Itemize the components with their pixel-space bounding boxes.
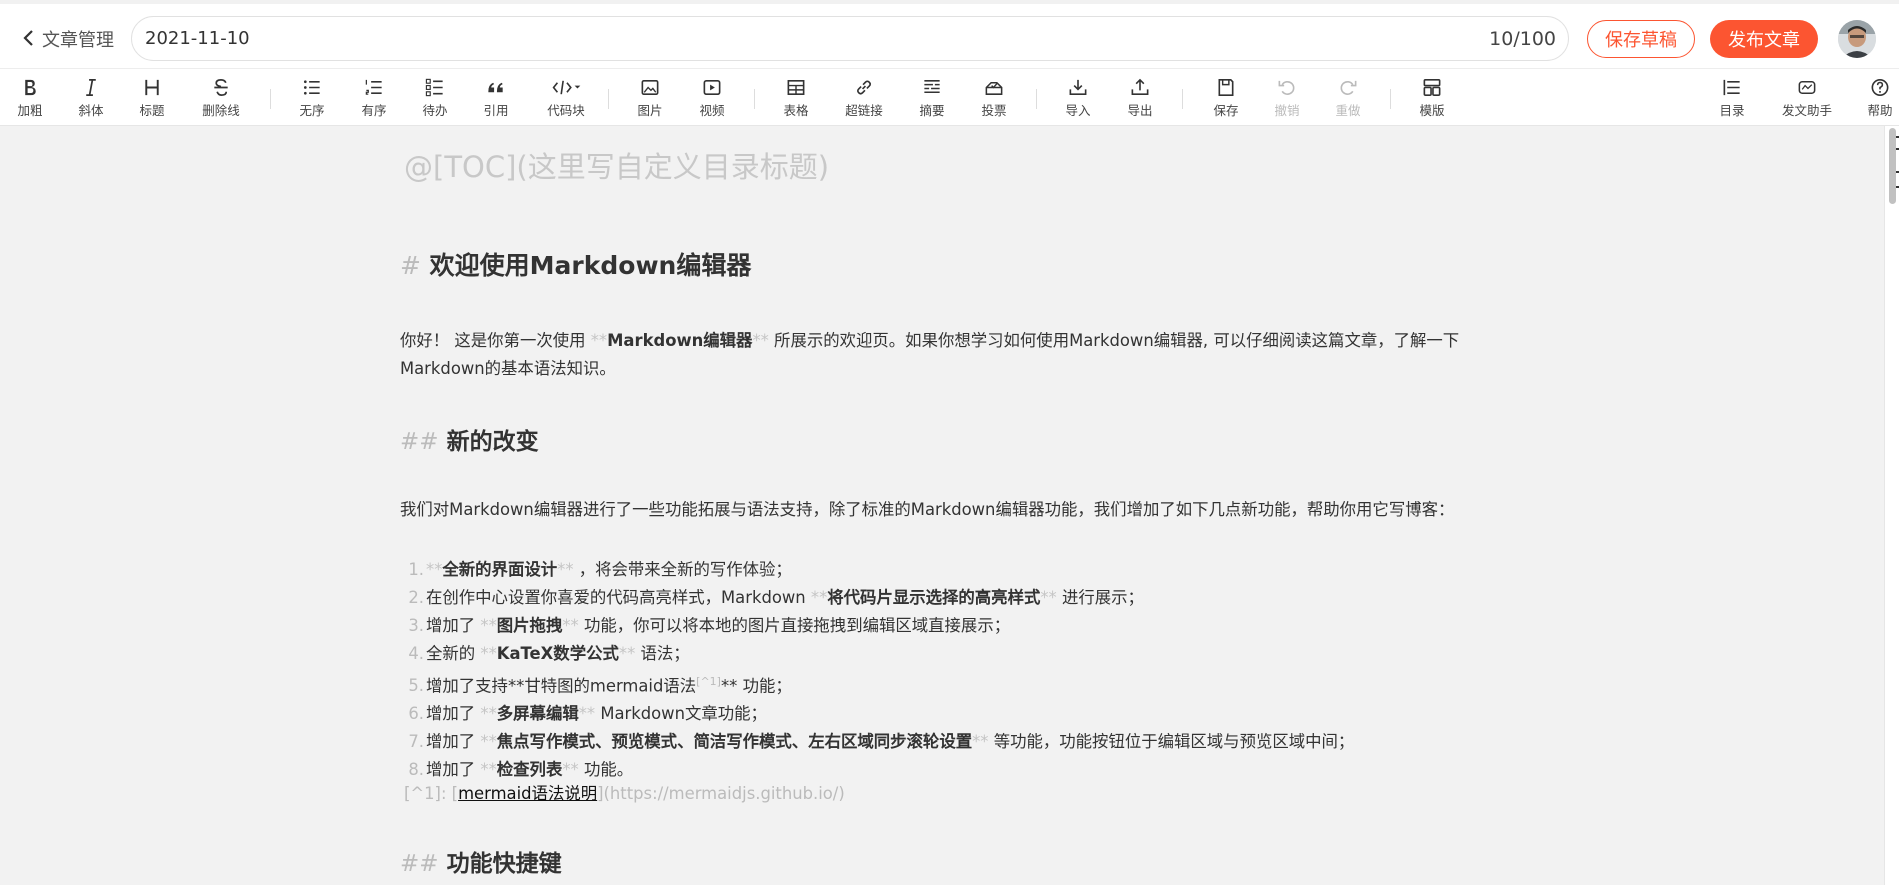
redo-button[interactable]: 重做 [1320,77,1376,119]
writing-assistant-button[interactable]: 发文助手 [1776,77,1838,119]
link-icon [856,80,872,95]
heading-button[interactable]: 标题 [124,77,180,119]
bold-icon [25,79,36,96]
table-button[interactable]: 表格 [768,77,824,119]
back-label: 文章管理 [42,30,114,51]
chevron-left-icon [22,29,36,50]
quote-button[interactable]: 引用 [468,77,524,119]
article-title-input[interactable] [132,17,1490,60]
save-icon [1218,79,1234,96]
template-icon [1423,79,1441,96]
import-button[interactable]: 导入 [1050,77,1106,119]
unordered-list-button[interactable]: 无序 [284,77,340,119]
intro-text: 你好！ 这是你第一次使用 [400,331,591,350]
intro-bold: Markdown编辑器 [607,331,753,350]
video-button[interactable]: 视频 [684,77,740,119]
redo-icon [1340,80,1357,95]
todo-list-button[interactable]: 待办 [407,77,463,119]
quote-icon [488,82,503,93]
undo-button[interactable]: 撤销 [1259,77,1315,119]
table-icon [787,80,805,95]
strikethrough-icon [214,79,228,96]
toc-placeholder: @[TOC](这里写自定义目录标题) [404,150,830,184]
features-paragraph: 我们对Markdown编辑器进行了一些功能拓展与语法支持，除了标准的Markdo… [400,500,1455,519]
list-item: 5. 增加了支持**甘特图的mermaid语法[^1]** 功能； [408,675,792,696]
italic-icon [86,79,96,96]
editor-header: 文章管理 10/100 保存草稿 发布文章 [0,0,1899,68]
image-button[interactable]: 图片 [622,77,678,119]
toolbar-divider [1390,89,1391,109]
h2-syntax-mark: ## [400,851,439,877]
h1-text: 欢迎使用Markdown编辑器 [429,251,752,280]
toolbar-divider [754,89,755,109]
hyperlink-button[interactable]: 超链接 [836,77,892,119]
article-title-field[interactable]: 10/100 [131,16,1569,61]
image-icon [641,80,659,95]
scrollbar-thumb[interactable] [1889,128,1896,204]
code-block-button[interactable]: 代码块 [534,77,598,119]
assistant-icon [1798,81,1816,94]
publish-article-button[interactable]: 发布文章 [1710,20,1818,58]
undo-icon [1278,80,1295,95]
footnote-definition: [^1]: [mermaid语法说明](https://mermaidjs.gi… [404,784,845,803]
avatar[interactable] [1838,20,1876,58]
h1-syntax-mark: # [400,251,421,280]
list-item: 2. 在创作中心设置你喜爱的代码高亮样式，Markdown **将代码片显示选择的… [408,588,1144,607]
heading-2-shortcuts: ## 功能快捷键 [400,844,562,878]
intro-paragraph: 你好！ 这是你第一次使用 **Markdown编辑器** 所展示的欢迎页。如果你… [400,331,1460,378]
list-item: 7. 增加了 **焦点写作模式、预览模式、简洁写作模式、左右区域同步滚轮设置** … [408,732,1355,752]
back-to-article-management[interactable]: 文章管理 [22,22,114,56]
export-button[interactable]: 导出 [1112,77,1168,119]
template-button[interactable]: 模版 [1404,77,1460,119]
code-block-icon [552,80,581,95]
markdown-toolbar: 加粗 斜体 标题 删除线 无序 有序 待办 引用 代码块 图片 视频 表格 超链… [0,68,1899,126]
heading-2-changes: ## 新的改变 [400,422,539,456]
markdown-editor[interactable]: @[TOC](这里写自定义目录标题) # 欢迎使用Markdown编辑器 你好！… [0,126,1884,885]
heading-1: # 欢迎使用Markdown编辑器 [400,246,751,282]
toc-button[interactable]: 目录 [1704,77,1760,119]
toolbar-divider [1036,89,1037,109]
export-icon [1131,78,1149,95]
toolbar-divider [608,89,609,109]
list-item: 6. 增加了 **多屏幕编辑** Markdown文章功能； [408,704,767,724]
h2-text: 功能快捷键 [446,851,562,877]
summary-button[interactable]: 摘要 [904,77,960,119]
video-icon [703,80,721,95]
title-char-count: 10/100 [1489,27,1556,50]
italic-button[interactable]: 斜体 [63,77,119,119]
vote-button[interactable]: 投票 [966,77,1022,119]
summary-icon [924,80,940,94]
ordered-list-icon [365,79,382,95]
save-button[interactable]: 保存 [1198,77,1254,119]
toolbar-divider [270,89,271,109]
unordered-list-icon [303,80,320,95]
features-list: 1. **全新的界面设计** ，将会带来全新的写作体验； 2. 在创作中心设置你喜爱… [400,556,1354,784]
bold-button[interactable]: 加粗 [2,77,58,119]
heading-icon [145,79,159,96]
list-item: 1. **全新的界面设计** ，将会带来全新的写作体验； [408,560,792,579]
strikethrough-button[interactable]: 删除线 [193,77,249,119]
h2-syntax-mark: ## [400,429,439,455]
toolbar-divider [1182,89,1183,109]
ordered-list-button[interactable]: 有序 [346,77,402,119]
help-icon [1871,79,1889,96]
todo-list-icon [425,78,443,97]
import-icon [1069,79,1087,95]
mermaid-doc-link[interactable]: mermaid语法说明 [458,784,597,803]
save-draft-button[interactable]: 保存草稿 [1587,20,1695,58]
list-item: 4. 全新的 **KaTeX数学公式** 语法； [408,644,690,663]
editor-scrollbar[interactable] [1884,126,1899,885]
help-button[interactable]: 帮助 [1852,77,1899,119]
footnote-ref: [^1] [696,675,721,688]
list-item: 3. 增加了 **图片拖拽** 功能，你可以将本地的图片直接拖拽到编辑区域直接展示… [408,616,1011,635]
h2-text: 新的改变 [446,429,539,455]
vote-icon [985,81,1003,95]
toc-icon [1723,79,1740,96]
